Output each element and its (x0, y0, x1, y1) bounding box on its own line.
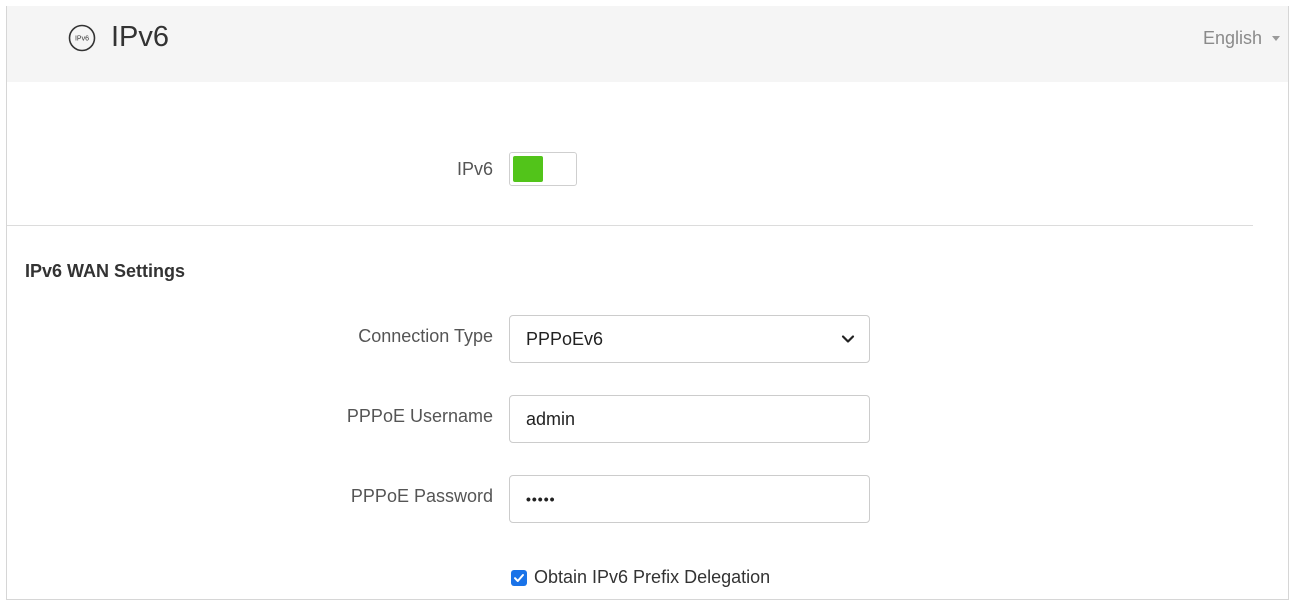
checkmark-icon (514, 573, 524, 582)
section-divider (7, 225, 1253, 226)
language-label: English (1202, 28, 1262, 48)
toggle-on-indicator (513, 156, 543, 182)
ipv6-toggle-label: IPv6 (456, 159, 493, 179)
connection-type-select[interactable]: PPPoEv6 (509, 315, 870, 363)
ipv6-page: IPv6 IPv6 English IPv6 IPv6 WAN Settings… (6, 6, 1289, 600)
username-input[interactable]: admin (509, 395, 870, 443)
password-input[interactable]: ••••• (509, 475, 870, 523)
connection-type-value: PPPoEv6 (526, 328, 604, 349)
prefix-delegation-label: Obtain IPv6 Prefix Delegation (534, 567, 771, 587)
page-header: IPv6 IPv6 English (7, 6, 1288, 82)
username-label: PPPoE Username (346, 406, 493, 426)
username-value: admin (526, 408, 576, 429)
wan-settings-heading: IPv6 WAN Settings (25, 261, 186, 281)
ipv6-toggle[interactable] (509, 152, 577, 186)
page-title: IPv6 (111, 21, 170, 53)
ipv6-badge-icon: IPv6 (68, 24, 96, 52)
caret-down-icon (1272, 36, 1280, 41)
connection-type-label: Connection Type (358, 326, 493, 346)
password-value: ••••• (526, 491, 556, 507)
prefix-delegation-checkbox[interactable] (511, 569, 527, 586)
language-selector[interactable]: English (1203, 26, 1280, 50)
svg-text:IPv6: IPv6 (75, 36, 89, 43)
chevron-down-icon (841, 335, 855, 343)
password-label: PPPoE Password (350, 486, 493, 506)
prefix-delegation-option[interactable]: Obtain IPv6 Prefix Delegation (511, 567, 770, 588)
